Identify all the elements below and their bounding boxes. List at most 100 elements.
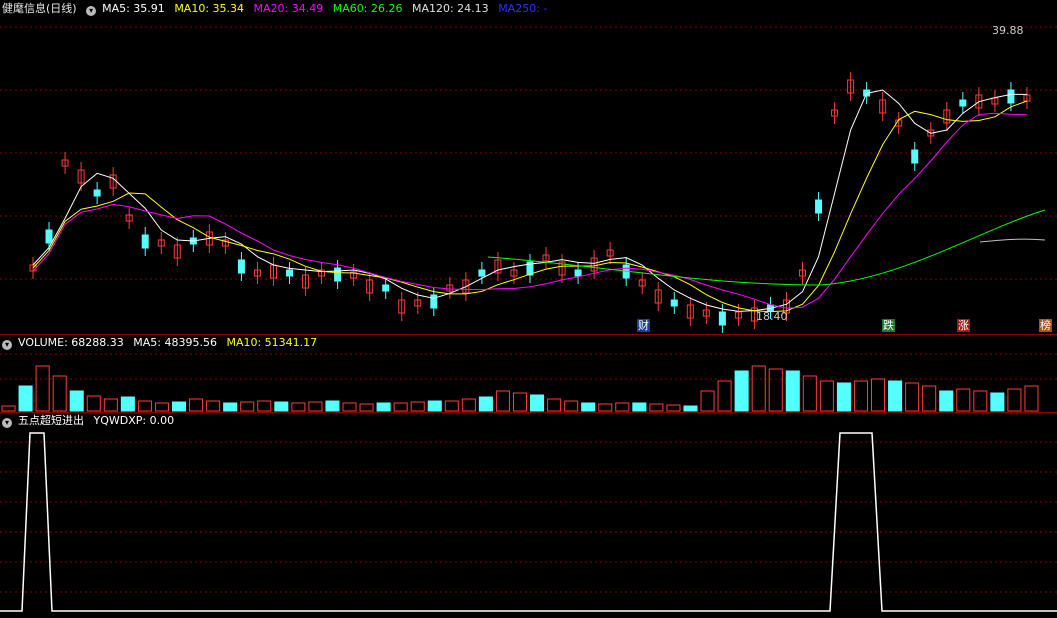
volume-bar [478, 396, 493, 412]
indicator-name: 五点超短进出 [18, 414, 84, 427]
volume-bar [154, 402, 169, 412]
volume-bar [86, 395, 101, 412]
volume-bar [1007, 388, 1022, 412]
candle-body [478, 269, 486, 277]
candle-body [574, 269, 582, 277]
volume-ma10-readout: MA10: 51341.17 [226, 336, 318, 349]
collapse-circle-icon[interactable]: ▾ [86, 6, 97, 16]
collapse-circle-icon[interactable]: ▾ [2, 418, 12, 428]
volume-bar [342, 402, 357, 412]
volume-bar [785, 370, 800, 412]
volume-bar [666, 404, 681, 412]
volume-bar [52, 375, 67, 412]
low-price-label: 18.40 [756, 310, 788, 323]
volume-pane[interactable]: ▾ VOLUME: 68288.33 MA5: 48395.56 MA10: 51… [0, 334, 1057, 412]
volume-bar [905, 382, 920, 412]
kline-chart-window: 健麾信息(日线) ▾ MA5: 35.91 MA10: 35.34 MA20: 3… [0, 0, 1057, 618]
volume-readout: VOLUME: 68288.33 [18, 336, 124, 349]
indicator-chart[interactable] [0, 412, 1057, 618]
volume-bar [308, 401, 323, 412]
volume-bar [274, 401, 289, 412]
volume-bar [956, 388, 971, 412]
volume-bar [768, 368, 783, 412]
volume-header: ▾ VOLUME: 68288.33 MA5: 48395.56 MA10: 51… [2, 336, 323, 350]
event-marker-cai[interactable]: 财 [637, 319, 650, 332]
indicator-header: ▾ 五点超短进出 YQWDXP: 0.00 [2, 414, 180, 428]
event-marker-bang[interactable]: 榜 [1039, 319, 1052, 332]
volume-bar [615, 402, 630, 412]
price-header: 健麾信息(日线) ▾ MA5: 35.91 MA10: 35.34 MA20: 3… [2, 2, 553, 16]
indicator-pane[interactable]: ▾ 五点超短进出 YQWDXP: 0.00 [0, 412, 1057, 618]
volume-bar [257, 400, 272, 412]
volume-bar [717, 380, 732, 412]
collapse-circle-icon[interactable]: ▾ [2, 340, 12, 350]
ma10-readout: MA10: 35.34 [174, 2, 245, 15]
volume-bar [683, 405, 698, 412]
high-price-label: 39.88 [992, 24, 1024, 37]
volume-bar [137, 400, 152, 412]
volume-bar [836, 382, 851, 412]
volume-bar [410, 401, 425, 412]
volume-bar [376, 402, 391, 412]
candle-body [670, 299, 678, 307]
volume-bar [240, 401, 255, 412]
event-marker-zhang[interactable]: 涨 [957, 319, 970, 332]
volume-bar [461, 398, 476, 412]
candle-body [382, 284, 390, 292]
volume-bar [1, 405, 16, 412]
ma20-readout: MA20: 34.49 [253, 2, 324, 15]
price-pane[interactable]: 健麾信息(日线) ▾ MA5: 35.91 MA10: 35.34 MA20: 3… [0, 0, 1057, 334]
volume-bar [1024, 385, 1039, 412]
volume-bar [888, 380, 903, 412]
volume-bar [649, 403, 664, 412]
candle-body [430, 294, 438, 309]
volume-bar [189, 398, 204, 412]
ma60-readout: MA60: 26.26 [332, 2, 403, 15]
candlestick-chart[interactable] [0, 0, 1057, 334]
volume-bar [734, 370, 749, 412]
candle-body [815, 199, 823, 214]
volume-bar [973, 390, 988, 412]
volume-bar [530, 394, 545, 412]
ma120-readout: MA120: 24.13 [411, 2, 489, 15]
candle-body [1007, 89, 1015, 104]
volume-bar [751, 365, 766, 412]
volume-bar [700, 390, 715, 412]
candle-body [718, 311, 726, 326]
volume-bar [35, 365, 50, 412]
volume-bar [819, 380, 834, 412]
volume-bar [206, 400, 221, 412]
volume-bar [581, 402, 596, 412]
volume-bar [291, 402, 306, 412]
candle-body [45, 229, 53, 244]
volume-bar [547, 398, 562, 412]
volume-bar [18, 385, 33, 412]
candle-body [959, 99, 967, 107]
volume-bar [103, 398, 118, 412]
stock-title: 健麾信息(日线) [2, 2, 77, 15]
volume-bar [632, 402, 647, 412]
volume-bar [325, 400, 340, 412]
candle-body [334, 267, 342, 282]
volume-bar [120, 396, 135, 412]
volume-bar [495, 390, 510, 412]
volume-bar [444, 400, 459, 412]
candle-body [237, 259, 245, 274]
candle-body [286, 269, 294, 277]
volume-bar [69, 390, 84, 412]
volume-bar [598, 403, 613, 412]
ma120-line [979, 238, 1046, 243]
volume-bar [359, 403, 374, 412]
volume-bar [922, 385, 937, 412]
volume-bar [802, 375, 817, 412]
volume-bar [223, 402, 238, 412]
candle-body [141, 234, 149, 249]
event-marker-die[interactable]: 跌 [882, 319, 895, 332]
volume-bar [171, 401, 187, 412]
candle-body [911, 149, 919, 164]
volume-bar [990, 392, 1005, 412]
volume-bar [564, 400, 579, 412]
volume-bar [853, 380, 869, 412]
volume-bar [871, 378, 886, 412]
volume-bar [939, 390, 954, 412]
